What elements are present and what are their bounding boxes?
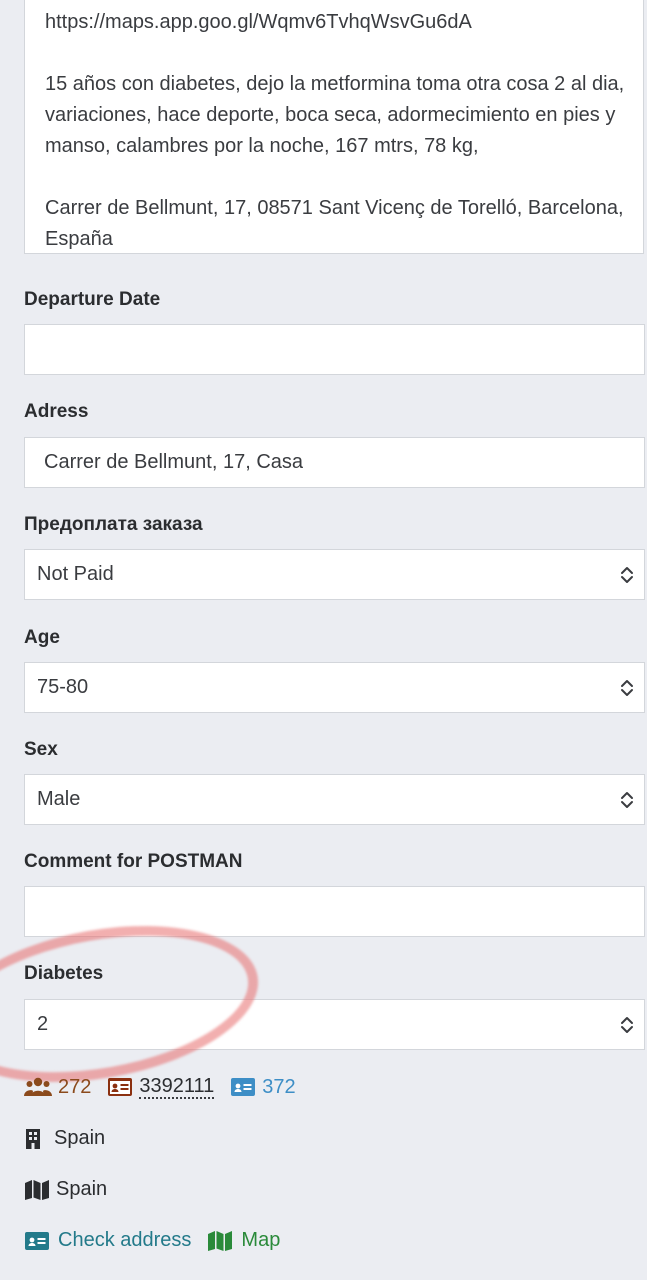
diabetes-value: 2 — [37, 1013, 49, 1035]
sex-label: Sex — [24, 739, 58, 760]
map-icon — [208, 1230, 233, 1251]
notes-line-3: 15 años con diabetes, dejo la metformina… — [45, 73, 630, 157]
age-value: 75-80 — [37, 676, 89, 698]
id-card-icon — [108, 1078, 133, 1096]
map-link[interactable]: Map — [207, 1229, 280, 1252]
card-count: 372 — [230, 1076, 296, 1099]
diabetes-select[interactable]: 2 — [24, 999, 645, 1050]
building-icon — [26, 1128, 40, 1149]
map-icon — [25, 1179, 49, 1200]
diabetes-label: Diabetes — [24, 963, 104, 984]
address-label: Adress — [24, 401, 89, 422]
prepayment-label: Предоплата заказа — [24, 514, 203, 535]
card-id[interactable]: 3392111 — [107, 1075, 215, 1099]
departure-date-input[interactable] — [24, 324, 645, 375]
prepayment-value: Not Paid — [37, 563, 114, 585]
address-input[interactable]: Carrer de Bellmunt, 17, Casa — [24, 437, 645, 488]
country-building-text: Spain — [54, 1127, 106, 1149]
sex-value: Male — [37, 788, 81, 810]
country-map-text: Spain — [56, 1178, 108, 1200]
notes-textarea[interactable]: https://maps.app.goo.gl/Wqmv6TvhqWsvGu6d… — [24, 0, 644, 254]
id-card-icon — [231, 1078, 256, 1096]
chevron-updown-icon — [621, 791, 633, 808]
sex-select[interactable]: Male — [24, 774, 645, 825]
check-address-link[interactable]: Check address — [24, 1229, 191, 1252]
postman-comment-input[interactable] — [24, 886, 645, 937]
stats-row: 272 3392111 372 — [24, 1075, 312, 1099]
age-select[interactable]: 75-80 — [24, 662, 645, 713]
chevron-updown-icon — [621, 1016, 633, 1033]
country-map-row: Spain — [24, 1178, 107, 1201]
links-row: Check address Map — [24, 1229, 296, 1252]
chevron-updown-icon — [621, 679, 633, 696]
country-building-row: Spain — [24, 1127, 105, 1150]
notes-line-5: Carrer de Bellmunt, 17, 08571 Sant Vicen… — [45, 197, 630, 250]
address-value: Carrer de Bellmunt, 17, Casa — [44, 451, 304, 473]
users-icon — [24, 1077, 52, 1096]
chevron-updown-icon — [621, 566, 633, 583]
prepayment-select[interactable]: Not Paid — [24, 549, 645, 600]
age-label: Age — [24, 627, 60, 648]
address-card-icon — [25, 1231, 49, 1250]
notes-line-1: https://maps.app.goo.gl/Wqmv6TvhqWsvGu6d… — [45, 11, 472, 33]
departure-date-label: Departure Date — [24, 289, 161, 310]
group-count: 272 — [24, 1076, 91, 1099]
postman-comment-label: Comment for POSTMAN — [24, 851, 243, 872]
